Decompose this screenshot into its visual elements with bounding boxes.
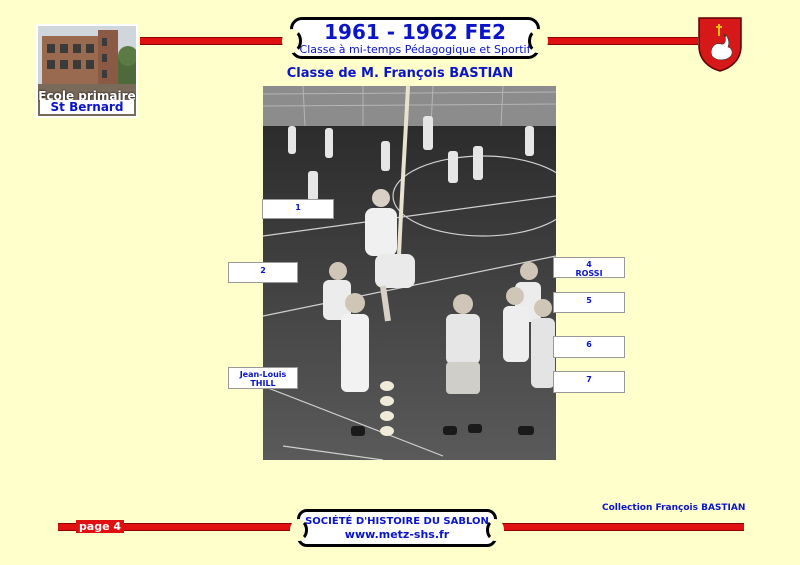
footer-website-link[interactable]: www.metz-shs.fr — [300, 528, 494, 542]
label-person-2: 2 — [228, 262, 298, 283]
footer-rule-right — [494, 523, 744, 531]
footer-organization: SOCIÉTÉ D'HISTOIRE DU SABLON — [305, 516, 489, 527]
label-person-thill: Jean-Louis THILL — [228, 367, 298, 389]
label-person-4: 4 ROSSI — [553, 257, 625, 278]
header-rule-right — [538, 37, 698, 45]
label-number: 4 — [586, 260, 592, 269]
label-name: ROSSI — [575, 269, 603, 278]
label-number: 7 — [586, 375, 592, 384]
label-number: 2 — [260, 266, 266, 275]
header-rule-left — [140, 37, 292, 45]
city-crest-icon — [698, 17, 742, 72]
label-number: 1 — [295, 203, 301, 212]
label-first-name: Jean-Louis — [239, 370, 287, 379]
label-name: THILL — [250, 379, 276, 388]
label-person-6: 6 — [553, 336, 625, 358]
school-label-line2: St Bernard — [40, 100, 134, 114]
label-person-1: 1 — [262, 199, 334, 219]
photo-credit: Collection François BASTIAN — [602, 503, 746, 513]
title-banner: 1961 - 1962 FE2 Classe à mi-temps Pédago… — [282, 17, 548, 59]
page-title: 1961 - 1962 FE2 — [324, 20, 506, 44]
label-number: 5 — [586, 296, 592, 305]
label-person-7: 7 — [553, 371, 625, 393]
label-person-5: 5 — [553, 292, 625, 313]
page-subtitle: Classe à mi-temps Pédagogique et Sportif — [299, 43, 531, 56]
gymnasium-photo-image — [263, 86, 556, 460]
label-number: 6 — [586, 340, 592, 349]
class-photo — [263, 86, 556, 460]
page-number-badge: page 4 — [76, 520, 124, 533]
footer-banner: SOCIÉTÉ D'HISTOIRE DU SABLON www.metz-sh… — [290, 509, 504, 547]
class-title: Classe de M. François BASTIAN — [286, 66, 514, 81]
